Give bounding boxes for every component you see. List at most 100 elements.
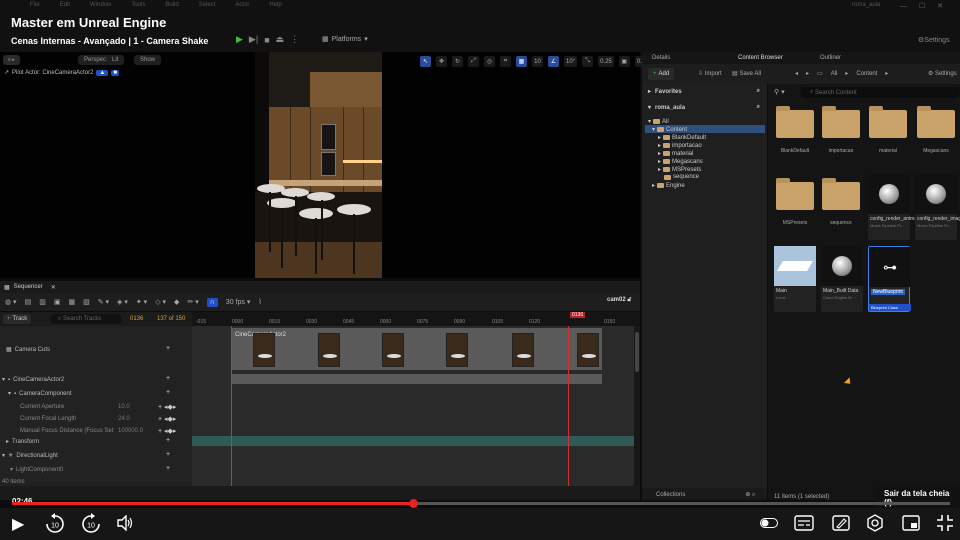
search-icon[interactable]: ⌕: [757, 88, 760, 95]
key-icon[interactable]: ✦ ▾: [136, 298, 147, 306]
folder-tile[interactable]: importacao: [820, 106, 862, 154]
brush-icon[interactable]: ✏ ▾: [187, 298, 198, 306]
content-settings-button[interactable]: ⚙ Settings: [928, 70, 957, 77]
playback-options-icon[interactable]: ◈ ▾: [117, 298, 128, 306]
camera-lock-icon[interactable]: ■: [111, 69, 119, 76]
more-icon[interactable]: ⋮: [290, 34, 299, 45]
favorites-section[interactable]: ▸ Favorites ⌕: [648, 88, 760, 95]
show-button[interactable]: Show: [134, 55, 162, 65]
lock-icon[interactable]: 🔓︎: [627, 297, 631, 303]
expand-icon[interactable]: ▾: [2, 376, 5, 383]
keyframe-icon[interactable]: ◇ ▾: [155, 298, 166, 306]
track-transform[interactable]: ▸ Transform: [6, 438, 39, 446]
search-tracks-input[interactable]: ⌕ Search Tracks: [50, 314, 122, 324]
play-icon[interactable]: ▶: [12, 514, 24, 534]
subtitles-icon[interactable]: [794, 515, 814, 533]
menu-item-help[interactable]: Help: [269, 2, 281, 8]
tree-item-all[interactable]: ▾ All: [648, 118, 669, 126]
breadcrumb-content[interactable]: Content: [856, 71, 877, 77]
world-local-icon[interactable]: ◎: [484, 56, 495, 67]
video-progress-knob[interactable]: [409, 499, 419, 508]
tab-details[interactable]: Details: [652, 55, 670, 61]
angle-snap-value[interactable]: 10°: [564, 56, 578, 67]
magnet-snap-icon[interactable]: ∩: [206, 297, 218, 307]
sequencer-tab[interactable]: Sequencer: [14, 284, 43, 290]
camera-cut-section[interactable]: [231, 328, 602, 370]
settings-top-button[interactable]: ⚙ Settings: [918, 36, 950, 45]
folder-tile[interactable]: Megascans: [915, 106, 957, 154]
settings-gear-icon[interactable]: [866, 514, 884, 534]
lit-button[interactable]: Lit: [106, 55, 125, 65]
tree-item-blankdefault[interactable]: ▸ BlankDefault: [658, 134, 706, 142]
menu-item-edit[interactable]: Edit: [60, 2, 70, 8]
scale-tool-icon[interactable]: ⤢: [468, 56, 479, 67]
track-camera-component[interactable]: ▾ ▪ CameraComponent: [8, 390, 72, 398]
save-icon[interactable]: ▤: [25, 298, 32, 306]
tree-item-engine[interactable]: ▸ Engine: [652, 182, 685, 190]
add-key-icon[interactable]: + ◂◆▸: [158, 415, 176, 423]
volume-icon[interactable]: [116, 514, 134, 533]
add-actor-track-icon[interactable]: +: [166, 375, 170, 382]
fullscreen-exit-icon[interactable]: [936, 514, 954, 534]
camera-speed-icon[interactable]: ▣: [618, 56, 630, 67]
rotate-tool-icon[interactable]: ↻: [452, 56, 463, 67]
tree-item-mspresets[interactable]: ▸ MSPresets: [658, 166, 701, 174]
project-section[interactable]: ▾ roma_aula ⌕: [648, 104, 760, 111]
breadcrumb-all[interactable]: All: [831, 71, 838, 77]
add-transform-icon[interactable]: +: [166, 437, 170, 444]
focus-value[interactable]: 100000.0: [118, 428, 143, 434]
expand-icon[interactable]: ▾: [2, 452, 5, 459]
tree-item-sequence[interactable]: sequence: [664, 174, 699, 180]
rewind-10-icon[interactable]: 10: [44, 513, 66, 535]
camera-cuts-icon[interactable]: ▧: [83, 298, 90, 306]
expand-icon[interactable]: ▾: [10, 466, 13, 473]
menu-item-actor[interactable]: Actor: [235, 2, 249, 8]
world-icon[interactable]: ◍ ▾: [5, 298, 17, 306]
asset-card[interactable]: Main Level: [774, 246, 816, 312]
tree-item-megascans[interactable]: ▸ Megascans: [658, 158, 703, 166]
current-frame[interactable]: 0136: [130, 316, 143, 322]
asset-name-rename-field[interactable]: NewBlueprint: [871, 289, 905, 295]
tree-item-content[interactable]: ▾ Content: [652, 126, 687, 134]
track-current-focal-length[interactable]: Current Focal Length: [20, 416, 76, 422]
asset-card[interactable]: config_render_animation Movie Pipeline P…: [868, 174, 925, 240]
stop-icon[interactable]: ■: [264, 35, 269, 45]
menu-item-build[interactable]: Build: [165, 2, 178, 8]
sequencer-scrollbar[interactable]: [634, 326, 640, 486]
wrench-icon[interactable]: ✎ ▾: [98, 298, 109, 306]
menu-item-window[interactable]: Window: [90, 2, 111, 8]
expand-icon[interactable]: ▾: [8, 390, 11, 397]
platforms-button[interactable]: ▦ Platforms ▾: [322, 35, 368, 44]
actor-section-bar[interactable]: [231, 374, 602, 384]
tree-item-importacao[interactable]: ▸ importacao: [658, 142, 702, 150]
aperture-value[interactable]: 10.0: [118, 404, 130, 410]
picture-in-picture-icon[interactable]: [902, 515, 920, 533]
add-cut-icon[interactable]: +: [166, 345, 170, 352]
autoplay-toggle-icon[interactable]: [760, 518, 778, 530]
forward-icon[interactable]: ▸: [806, 70, 809, 77]
asset-card[interactable]: Main_Built Data Cloud Engine M...: [821, 246, 863, 312]
close-tab-icon[interactable]: ✕: [51, 284, 56, 291]
track-camera-cuts[interactable]: ▦ Camera Cuts: [6, 346, 50, 354]
add-collection-icon[interactable]: ⊕ ⌕: [745, 491, 755, 499]
asset-card[interactable]: config_render_imagem Movie Pipeline Pr..…: [915, 174, 960, 240]
scale-snap-icon[interactable]: ⤡: [582, 56, 594, 67]
surface-snap-icon[interactable]: ⌗: [500, 56, 511, 67]
playhead-frame[interactable]: 0136: [570, 312, 586, 318]
viewport-menu-button[interactable]: ≡ ▸: [3, 55, 20, 65]
menu-item-select[interactable]: Select: [199, 2, 216, 8]
maximize-icon[interactable]: ☐: [919, 2, 925, 10]
curve-icon[interactable]: ◆: [174, 298, 179, 306]
forward-10-icon[interactable]: 10: [80, 513, 102, 535]
focal-value[interactable]: 24.0: [118, 416, 130, 422]
grid-snap-value[interactable]: 10: [532, 56, 543, 67]
folder-tile[interactable]: BlankDefault: [774, 106, 816, 154]
add-component-track-icon[interactable]: +: [166, 389, 170, 396]
save-all-button[interactable]: ▤ Save All: [732, 70, 761, 77]
import-button[interactable]: ⇩ Import: [698, 70, 722, 77]
back-icon[interactable]: ◂: [795, 70, 798, 77]
add-track-button[interactable]: + Track: [3, 314, 32, 324]
minimize-icon[interactable]: —: [900, 3, 907, 10]
render-movie-icon[interactable]: ▦: [68, 298, 75, 306]
add-light-track-icon[interactable]: +: [166, 451, 170, 458]
